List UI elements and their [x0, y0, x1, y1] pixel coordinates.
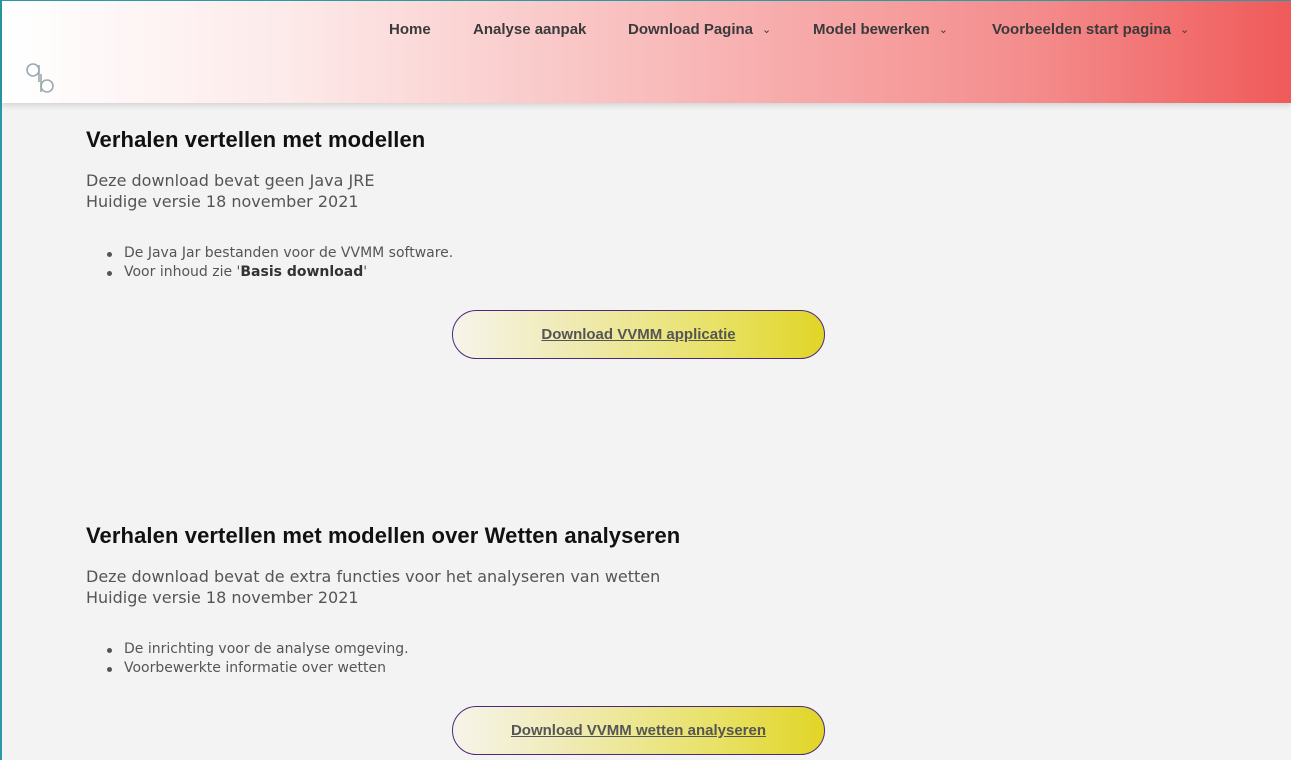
- chevron-down-icon: ⌄: [762, 24, 772, 36]
- version-line: Huidige versie 18 november 2021: [86, 192, 359, 211]
- nav-item-label: Voorbeelden start pagina: [992, 21, 1171, 38]
- section-description: Deze download bevat de extra functies vo…: [86, 566, 680, 608]
- list-item: De Java Jar bestanden voor de VVMM softw…: [86, 244, 453, 263]
- list-item-text: De Java Jar bestanden voor de VVMM softw…: [124, 245, 454, 261]
- nav-item-label: Analyse aanpak: [473, 21, 587, 38]
- list-item-text: Voor inhoud zie ': [124, 264, 241, 280]
- nav-item-analyse-aanpak[interactable]: Analyse aanpak: [473, 21, 586, 38]
- download-vvmm-wetten-analyseren-button[interactable]: Download VVMM wetten analyseren: [452, 706, 825, 755]
- download-vvmm-applicatie-button[interactable]: Download VVMM applicatie: [452, 310, 825, 359]
- version-line: Huidige versie 18 november 2021: [86, 588, 359, 607]
- section-title: Verhalen vertellen met modellen over Wet…: [86, 523, 681, 548]
- list-item-text: ': [363, 264, 368, 280]
- nav-item-label: Model bewerken: [813, 21, 930, 38]
- list-item-text: Voorbewerkte informatie over wetten: [124, 660, 386, 676]
- nav-item-voorbeelden-start-pagina[interactable]: Voorbeelden start pagina ⌄: [992, 21, 1189, 38]
- description-line: Deze download bevat geen Java JRE: [86, 171, 375, 190]
- nav-item-label: Download Pagina: [628, 21, 754, 38]
- nav-item-label: Home: [389, 21, 431, 38]
- download-section-wetten: Verhalen vertellen met modellen over Wet…: [86, 523, 680, 678]
- download-section-vvmm: Verhalen vertellen met modellen Deze dow…: [86, 127, 453, 282]
- button-label: Download VVMM wetten analyseren: [510, 722, 767, 739]
- feature-list: De Java Jar bestanden voor de VVMM softw…: [86, 244, 453, 282]
- main-navigation: Home Analyse aanpak Download Pagina ⌄ Mod…: [2, 21, 1291, 43]
- button-label: Download VVMM applicatie: [541, 326, 736, 343]
- list-item: Voor inhoud zie 'Basis download': [86, 263, 453, 282]
- nav-item-home[interactable]: Home: [389, 21, 431, 38]
- section-title: Verhalen vertellen met modellen: [86, 127, 426, 152]
- site-logo-icon[interactable]: [24, 61, 56, 95]
- nav-item-download-pagina[interactable]: Download Pagina ⌄: [628, 21, 771, 38]
- site-header: Home Analyse aanpak Download Pagina ⌄ Mod…: [2, 0, 1291, 103]
- nav-item-model-bewerken[interactable]: Model bewerken ⌄: [813, 21, 948, 38]
- chevron-down-icon: ⌄: [1179, 24, 1190, 36]
- section-description: Deze download bevat geen Java JRE Huidig…: [86, 170, 453, 212]
- feature-list: De inrichting voor de analyse omgeving. …: [86, 640, 680, 678]
- basis-download-reference: Basis download: [240, 264, 364, 280]
- chevron-down-icon: ⌄: [938, 24, 948, 36]
- list-item: De inrichting voor de analyse omgeving.: [86, 640, 680, 659]
- list-item: Voorbewerkte informatie over wetten: [86, 659, 680, 678]
- description-line: Deze download bevat de extra functies vo…: [86, 567, 661, 586]
- list-item-text: De inrichting voor de analyse omgeving.: [124, 641, 409, 657]
